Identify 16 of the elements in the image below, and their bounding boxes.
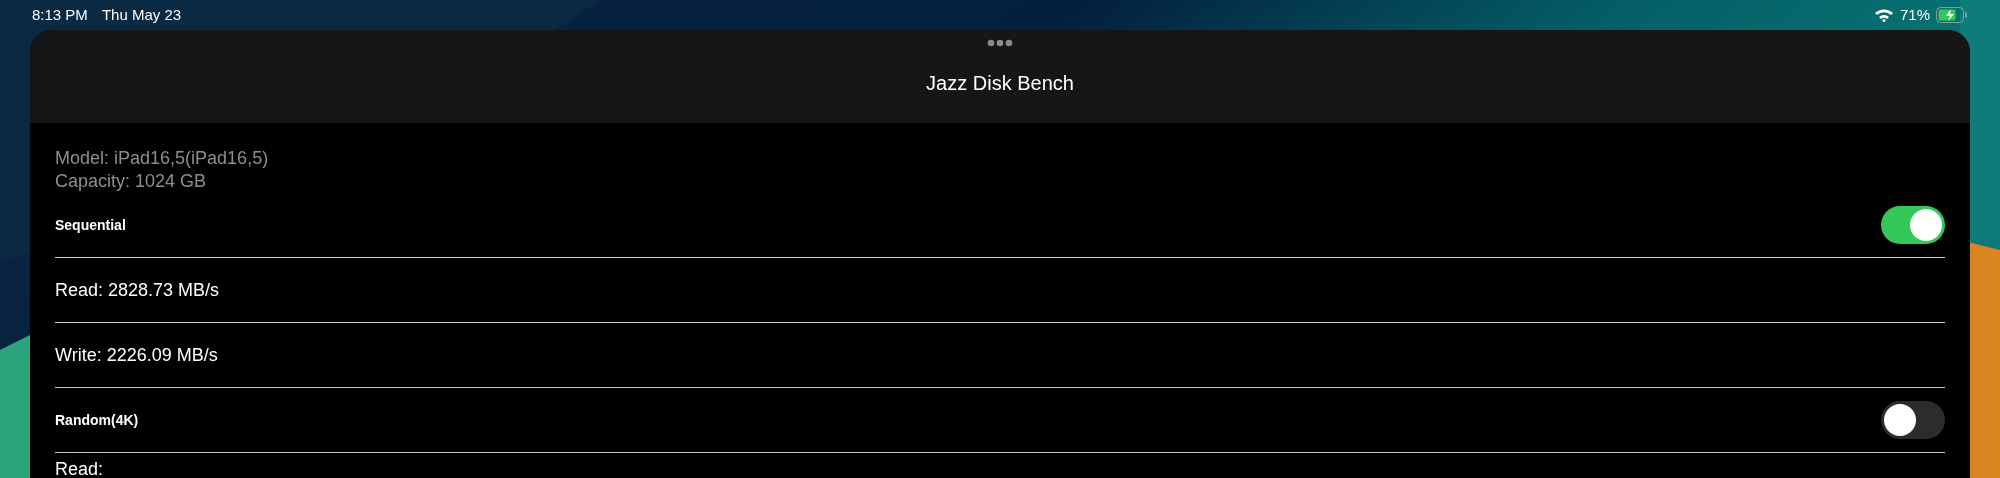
toggle-switch[interactable] bbox=[1881, 206, 1945, 244]
section-title: Sequential bbox=[55, 215, 126, 235]
result-text: Read: 2828.73 MB/s bbox=[55, 280, 220, 300]
more-icon[interactable] bbox=[987, 39, 1013, 47]
window-title: Jazz Disk Bench bbox=[926, 71, 1074, 96]
result-text: Write: 2226.09 MB/s bbox=[55, 345, 218, 365]
section-title: Random(4K) bbox=[55, 410, 139, 430]
status-time: 8:13 PM bbox=[32, 4, 88, 25]
device-info-text: Capacity: 1024 GB bbox=[55, 170, 207, 193]
battery-charging-icon bbox=[1936, 7, 1968, 23]
result-text: Read: bbox=[55, 459, 104, 478]
wifi-icon bbox=[1873, 8, 1894, 22]
device-info-text: Model: iPad16,5(iPad16,5) bbox=[55, 147, 269, 170]
toggle-switch[interactable] bbox=[1881, 401, 1945, 439]
status-date: Thu May 23 bbox=[101, 4, 182, 25]
battery-percent: 71% bbox=[1899, 4, 1930, 25]
